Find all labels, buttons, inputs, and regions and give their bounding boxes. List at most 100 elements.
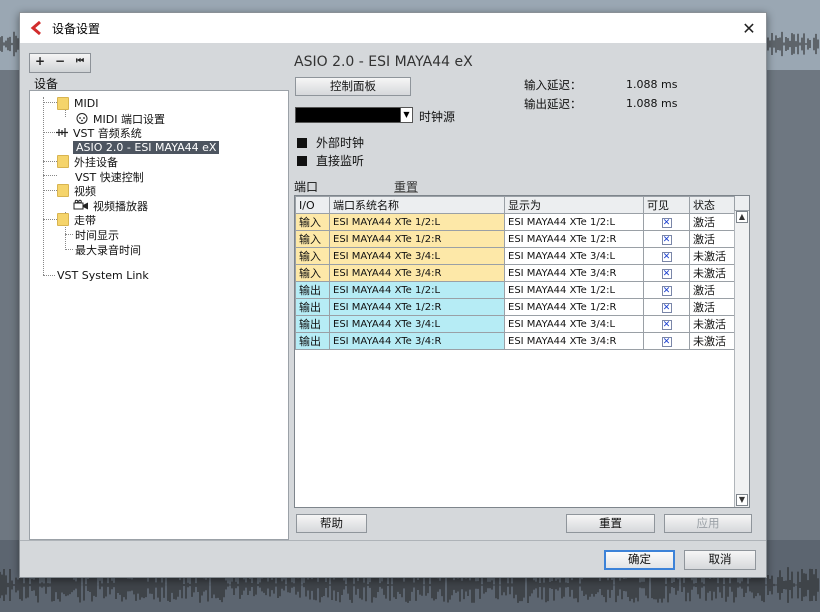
table-header-corner [734, 196, 749, 211]
tree-item-vst-system-link[interactable]: VST System Link [57, 268, 149, 283]
port-visible-cell[interactable]: ✕ [643, 264, 690, 282]
table-row[interactable]: 输入 ESI MAYA44 XTe 1/2:R ESI MAYA44 XTe 1/2… [295, 230, 736, 248]
port-visible-cell[interactable]: ✕ [643, 315, 690, 333]
port-system-name-cell[interactable]: ESI MAYA44 XTe 3/4:L [329, 315, 505, 333]
port-system-name-cell[interactable]: ESI MAYA44 XTe 3/4:L [329, 247, 505, 265]
port-state-cell[interactable]: 激活 [689, 298, 736, 316]
port-display-name-cell[interactable]: ESI MAYA44 XTe 1/2:R [504, 230, 644, 248]
help-button[interactable]: 帮助 [296, 514, 367, 533]
column-header-display-as[interactable]: 显示为 [504, 196, 644, 214]
scroll-down-icon[interactable]: ▼ [736, 494, 748, 506]
ports-label: 端口 [294, 180, 319, 194]
visible-checkbox[interactable]: ✕ [661, 336, 672, 347]
column-header-port-system-name[interactable]: 端口系统名称 [329, 196, 505, 214]
column-header-io[interactable]: I/O [295, 196, 330, 214]
port-io-cell[interactable]: 输出 [295, 332, 330, 350]
tree-item-midi[interactable]: MIDI [57, 96, 98, 111]
port-visible-cell[interactable]: ✕ [643, 213, 690, 231]
visible-checkbox[interactable]: ✕ [661, 217, 672, 228]
port-visible-cell[interactable]: ✕ [643, 298, 690, 316]
column-header-state[interactable]: 状态 [689, 196, 736, 214]
tree-line [43, 275, 55, 276]
port-state-cell[interactable]: 激活 [689, 281, 736, 299]
port-display-name-cell[interactable]: ESI MAYA44 XTe 1/2:L [504, 281, 644, 299]
column-header-visible[interactable]: 可见 [643, 196, 690, 214]
visible-checkbox[interactable]: ✕ [661, 251, 672, 262]
direct-monitor-option[interactable]: 直接监听 [297, 152, 364, 169]
port-io-cell[interactable]: 输出 [295, 298, 330, 316]
tree-item-max-record-time[interactable]: 最大录音时间 [75, 242, 141, 257]
visible-checkbox[interactable]: ✕ [661, 285, 672, 296]
tree-item-transport[interactable]: 走带 [57, 212, 96, 227]
port-state-cell[interactable]: 未激活 [689, 332, 736, 350]
port-system-name-cell[interactable]: ESI MAYA44 XTe 1/2:L [329, 281, 505, 299]
table-row[interactable]: 输入 ESI MAYA44 XTe 1/2:L ESI MAYA44 XTe 1/2… [295, 213, 736, 231]
clock-source-select[interactable]: ▼ [295, 107, 413, 123]
tree-item-time-display[interactable]: 时间显示 [75, 227, 119, 242]
apply-button[interactable]: 应用 [664, 514, 752, 533]
table-header-row: I/O 端口系统名称 显示为 可见 状态 [295, 196, 736, 214]
direct-monitor-checkbox[interactable] [297, 155, 307, 166]
port-display-name-cell[interactable]: ESI MAYA44 XTe 3/4:R [504, 264, 644, 282]
table-row[interactable]: 输入 ESI MAYA44 XTe 3/4:R ESI MAYA44 XTe 3/4… [295, 264, 736, 282]
device-tree: MIDI MIDI 端口设置 VST 音频系统 ASIO 2.0 - ESI M… [29, 90, 289, 540]
port-system-name-cell[interactable]: ESI MAYA44 XTe 3/4:R [329, 332, 505, 350]
port-state-cell[interactable]: 未激活 [689, 247, 736, 265]
port-display-name-cell[interactable]: ESI MAYA44 XTe 3/4:R [504, 332, 644, 350]
port-visible-cell[interactable]: ✕ [643, 281, 690, 299]
visible-checkbox[interactable]: ✕ [661, 319, 672, 330]
add-device-button[interactable]: + [30, 54, 50, 72]
table-row[interactable]: 输出 ESI MAYA44 XTe 1/2:R ESI MAYA44 XTe 1/2… [295, 298, 736, 316]
external-clock-checkbox[interactable] [297, 137, 307, 148]
port-display-name-cell[interactable]: ESI MAYA44 XTe 3/4:L [504, 315, 644, 333]
remove-device-button[interactable]: − [50, 54, 70, 72]
port-visible-cell[interactable]: ✕ [643, 230, 690, 248]
port-io-cell[interactable]: 输入 [295, 247, 330, 265]
port-state-cell[interactable]: 未激活 [689, 264, 736, 282]
external-clock-option[interactable]: 外部时钟 [297, 134, 364, 151]
tree-item-video[interactable]: 视频 [57, 183, 96, 198]
port-display-name-cell[interactable]: ESI MAYA44 XTe 3/4:L [504, 247, 644, 265]
port-io-cell[interactable]: 输入 [295, 264, 330, 282]
port-visible-cell[interactable]: ✕ [643, 332, 690, 350]
visible-checkbox[interactable]: ✕ [661, 268, 672, 279]
reset-device-button[interactable]: ⏮ [70, 54, 90, 72]
direct-monitor-label: 直接监听 [316, 154, 365, 168]
tree-item-vst-audio-system[interactable]: VST 音频系统 [55, 125, 142, 140]
tree-item-label: ASIO 2.0 - ESI MAYA44 eX [73, 141, 220, 154]
tree-item-label: VST 音频系统 [73, 126, 142, 140]
port-system-name-cell[interactable]: ESI MAYA44 XTe 3/4:R [329, 264, 505, 282]
table-row[interactable]: 输出 ESI MAYA44 XTe 1/2:L ESI MAYA44 XTe 1/2… [295, 281, 736, 299]
port-state-cell[interactable]: 激活 [689, 213, 736, 231]
scroll-up-icon[interactable]: ▲ [736, 211, 748, 223]
port-system-name-cell[interactable]: ESI MAYA44 XTe 1/2:L [329, 213, 505, 231]
visible-checkbox[interactable]: ✕ [661, 302, 672, 313]
port-io-cell[interactable]: 输出 [295, 315, 330, 333]
reset-button[interactable]: 重置 [566, 514, 655, 533]
table-row[interactable]: 输出 ESI MAYA44 XTe 3/4:R ESI MAYA44 XTe 3/4… [295, 332, 736, 350]
port-display-name-cell[interactable]: ESI MAYA44 XTe 1/2:R [504, 298, 644, 316]
cancel-button[interactable]: 取消 [684, 550, 756, 570]
ok-button[interactable]: 确定 [604, 550, 675, 570]
reset-link[interactable]: 重置 [394, 178, 418, 195]
port-state-cell[interactable]: 未激活 [689, 315, 736, 333]
port-io-cell[interactable]: 输入 [295, 230, 330, 248]
table-row[interactable]: 输入 ESI MAYA44 XTe 3/4:L ESI MAYA44 XTe 3/4… [295, 247, 736, 265]
port-visible-cell[interactable]: ✕ [643, 247, 690, 265]
driver-title: ASIO 2.0 - ESI MAYA44 eX [294, 54, 473, 70]
visible-checkbox[interactable]: ✕ [661, 234, 672, 245]
chevron-down-icon[interactable]: ▼ [400, 108, 412, 122]
tree-item-external-devices[interactable]: 外挂设备 [57, 154, 118, 169]
control-panel-button[interactable]: 控制面板 [295, 77, 411, 96]
table-row[interactable]: 输出 ESI MAYA44 XTe 3/4:L ESI MAYA44 XTe 3/4… [295, 315, 736, 333]
port-io-cell[interactable]: 输出 [295, 281, 330, 299]
close-button[interactable]: ✕ [732, 13, 766, 43]
port-state-cell[interactable]: 激活 [689, 230, 736, 248]
port-io-cell[interactable]: 输入 [295, 213, 330, 231]
tree-line [43, 161, 57, 162]
tree-item-label: MIDI [74, 97, 99, 110]
port-system-name-cell[interactable]: ESI MAYA44 XTe 1/2:R [329, 298, 505, 316]
table-scrollbar[interactable]: ▲ ▼ [734, 211, 749, 507]
port-display-name-cell[interactable]: ESI MAYA44 XTe 1/2:L [504, 213, 644, 231]
port-system-name-cell[interactable]: ESI MAYA44 XTe 1/2:R [329, 230, 505, 248]
